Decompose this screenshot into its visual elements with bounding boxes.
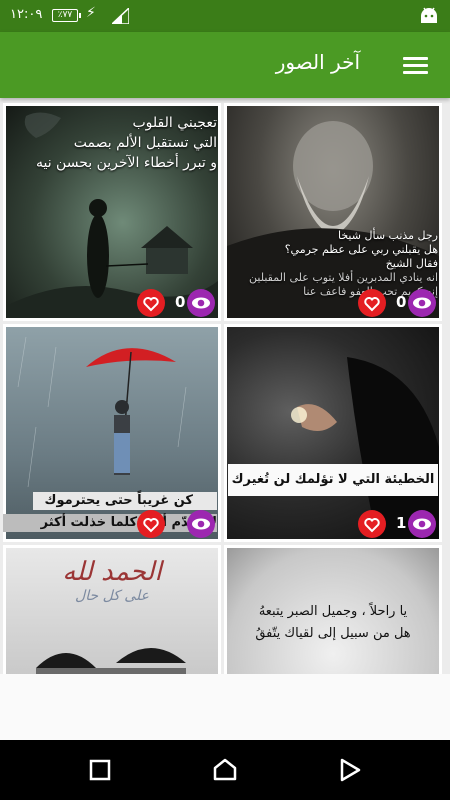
like-button[interactable] xyxy=(358,510,386,538)
status-time: ١٢:٠٩ xyxy=(10,7,43,22)
caption-line: يا راحلاً ، وجميل الصبر يتبعهُ xyxy=(258,604,408,619)
caption-line: و تبرر أخطاء الآخرين بحسن نيه xyxy=(35,155,217,171)
back-button[interactable] xyxy=(337,757,363,783)
caption-line: التي تستقبل الألم بصمت xyxy=(73,135,217,151)
eye-icon xyxy=(192,518,210,530)
heart-icon xyxy=(364,297,380,312)
eye-icon xyxy=(413,518,431,530)
post-caption: رجل مذنب سأل شيخا هل يقبلني ربي على عظم … xyxy=(228,229,438,299)
heart-icon xyxy=(143,297,159,312)
view-count: 0 xyxy=(396,293,407,311)
content-footer xyxy=(0,674,450,740)
caption-line: الحمد لله xyxy=(62,557,162,587)
image-card[interactable]: رجل مذنب سأل شيخا هل يقبلني ربي على عظم … xyxy=(224,103,442,321)
image-card[interactable]: تعجبني القلوب التي تستقبل الألم بصمت و ت… xyxy=(3,103,221,321)
like-button[interactable] xyxy=(137,510,165,538)
image-card[interactable]: الخطيئة التي لا تؤلمك لن تُغيرك 1 xyxy=(224,324,442,542)
image-card[interactable]: الحمد لله على كل حال xyxy=(3,545,221,674)
post-caption: الحمد لله على كل حال xyxy=(7,557,217,605)
caption-line: تعجبني القلوب xyxy=(132,115,217,131)
menu-icon[interactable] xyxy=(403,57,428,75)
caption-line: على كل حال xyxy=(75,588,149,604)
image-grid: تعجبني القلوب التي تستقبل الألم بصمت و ت… xyxy=(0,100,450,674)
caption-line: هل يقبلني ربي على عظم جرمي؟ xyxy=(284,243,438,256)
caption-line: إنه كريم تحب العفو فاعف عنا xyxy=(303,285,438,298)
heart-icon xyxy=(364,518,380,533)
caption-line: كن غريباً حتى يحترموك xyxy=(44,493,193,508)
like-button[interactable] xyxy=(358,289,386,317)
page-title: آخر الصور xyxy=(275,50,360,74)
post-image-art xyxy=(291,357,439,539)
post-caption: يا راحلاً ، وجميل الصبر يتبعهُ هل من سبي… xyxy=(228,601,438,645)
view-button[interactable] xyxy=(408,510,436,538)
caption-line: لا تُقدّم أكثر كلما خذلت أكثر xyxy=(40,515,217,530)
navigation-bar xyxy=(0,740,450,800)
eye-icon xyxy=(192,297,210,309)
image-card[interactable]: كن غريباً حتى يحترموك لا تُقدّم أكثر كلم… xyxy=(3,324,221,542)
caption-line: فقال الشيخ xyxy=(385,257,438,270)
caption-line: رجل مذنب سأل شيخا xyxy=(337,229,438,242)
caption-line: انه ينادي المدبرين أفلا يتوب على المقبلي… xyxy=(249,271,438,284)
post-caption: الخطيئة التي لا تؤلمك لن تُغيرك xyxy=(228,470,438,490)
charging-icon: ⚡ xyxy=(86,5,96,21)
like-button[interactable] xyxy=(137,289,165,317)
view-count: 0 xyxy=(175,293,186,311)
home-button[interactable] xyxy=(212,757,238,783)
post-caption: كن غريباً حتى يحترموك لا تُقدّم أكثر كلم… xyxy=(7,492,217,532)
post-caption: تعجبني القلوب التي تستقبل الألم بصمت و ت… xyxy=(7,113,217,173)
heart-icon xyxy=(143,518,159,533)
app-bar: آخر الصور xyxy=(0,32,450,98)
view-button[interactable] xyxy=(187,289,215,317)
image-card[interactable]: يا راحلاً ، وجميل الصبر يتبعهُ هل من سبي… xyxy=(224,545,442,674)
eye-icon xyxy=(413,297,431,309)
view-count: 1 xyxy=(396,514,407,532)
status-bar: ١٢:٠٩ ٪٧٧ ⚡ xyxy=(0,0,450,32)
caption-line: هل من سبيل إلى لقياك يتّفقُ xyxy=(255,626,411,641)
recents-button[interactable] xyxy=(87,757,113,783)
caption-line: الخطيئة التي لا تؤلمك لن تُغيرك xyxy=(231,472,435,487)
android-notification-icon xyxy=(421,7,437,23)
post-image xyxy=(227,327,439,539)
signal-icon xyxy=(112,8,129,24)
battery-icon: ٪٧٧ xyxy=(52,9,81,22)
view-button[interactable] xyxy=(187,510,215,538)
view-button[interactable] xyxy=(408,289,436,317)
